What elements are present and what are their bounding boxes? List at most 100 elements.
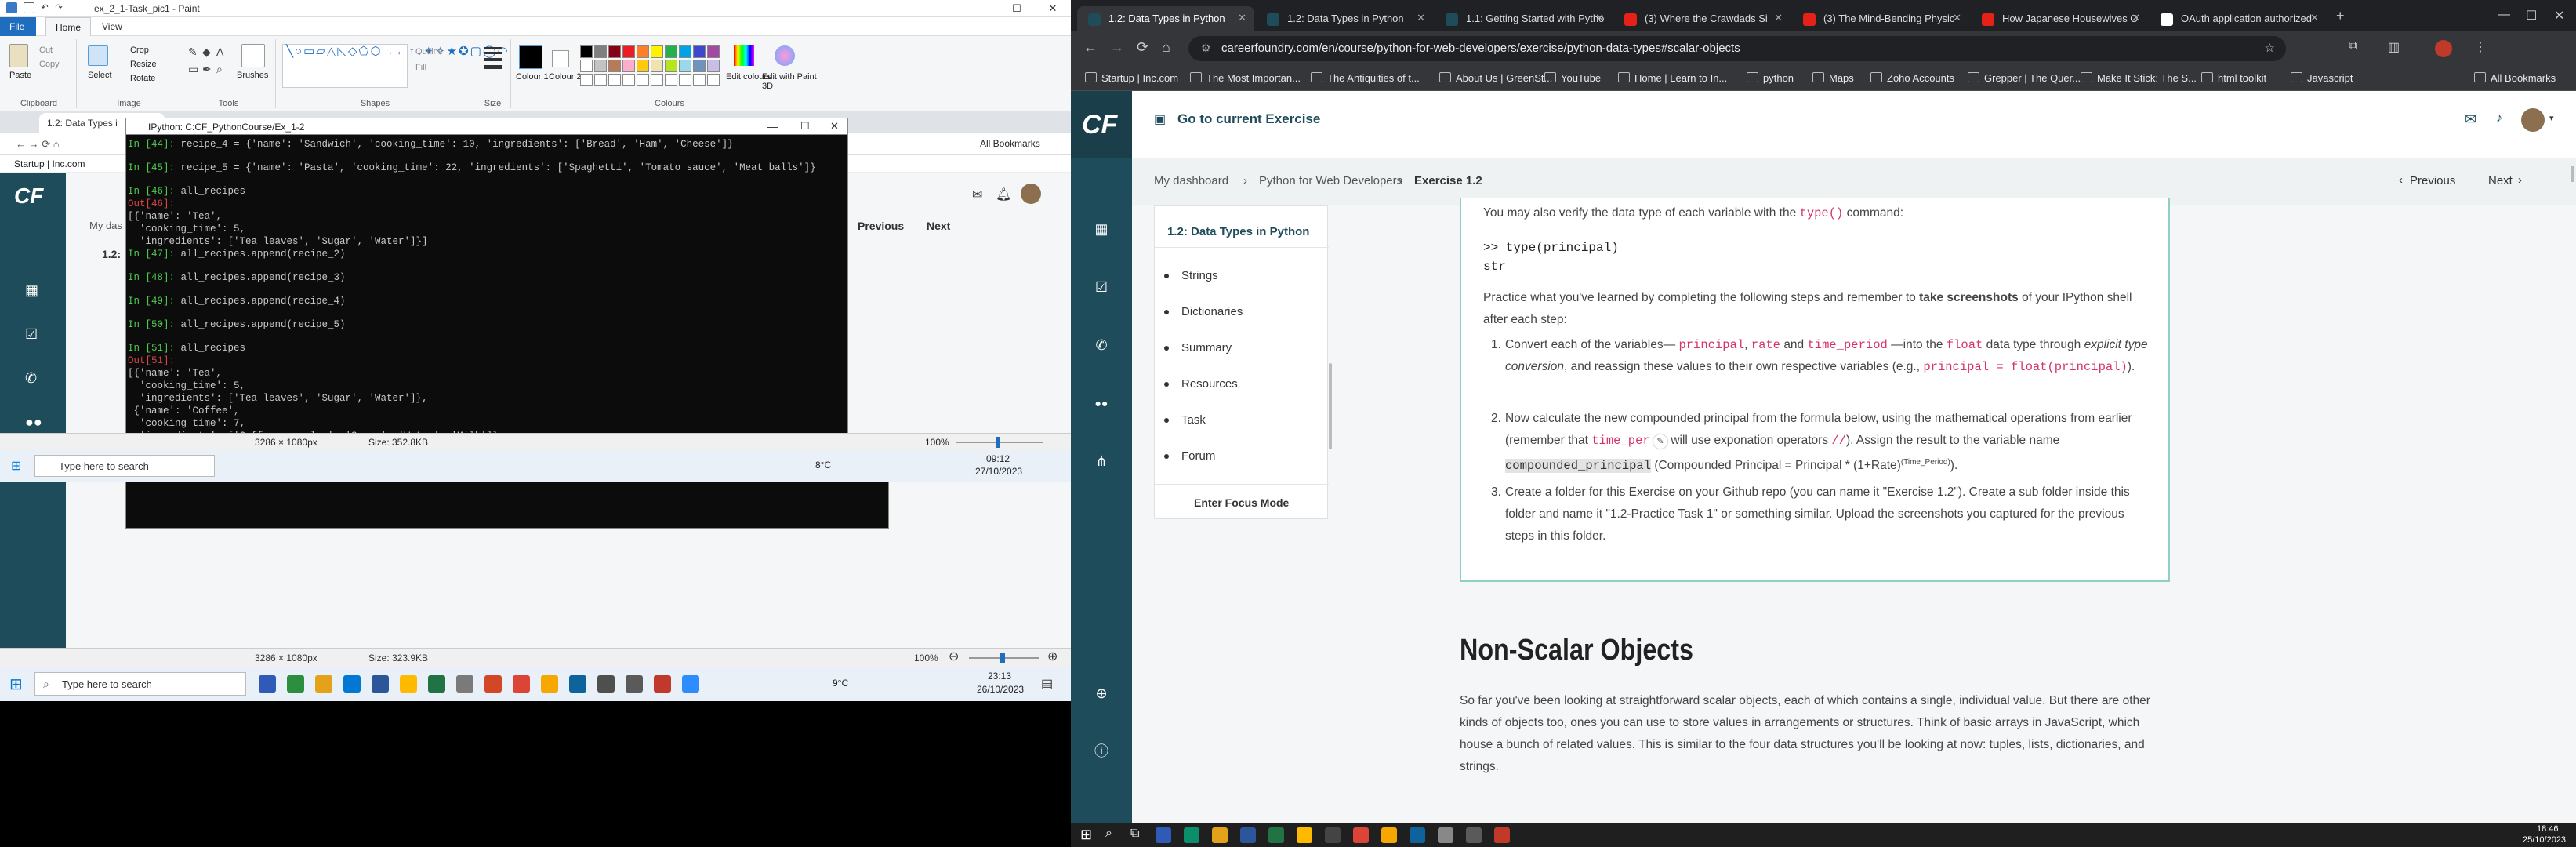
- colour-swatch-empty[interactable]: [622, 74, 635, 86]
- bookmark-item[interactable]: Make It Stick: The S...: [2081, 72, 2197, 84]
- search-box[interactable]: ⌕ Type here to search: [34, 672, 246, 696]
- mail-icon[interactable]: ✉: [2465, 111, 2476, 128]
- text-icon[interactable]: A: [216, 45, 223, 58]
- tasks-icon[interactable]: ☑: [1094, 279, 1109, 295]
- colour-swatch[interactable]: [594, 60, 607, 72]
- picker-icon[interactable]: ✒: [202, 63, 212, 76]
- brushes-icon[interactable]: [241, 44, 265, 67]
- menu-view[interactable]: View: [93, 17, 132, 36]
- browser-tab[interactable]: (3) The Mind-Bending Physic ✕: [1792, 6, 1969, 31]
- redo-icon[interactable]: ↷: [53, 2, 64, 13]
- browser-tab[interactable]: 1.1: Getting Started with Pytho ✕: [1435, 6, 1612, 31]
- colour-swatch-empty[interactable]: [665, 74, 677, 86]
- zoom-out-icon[interactable]: ⊖: [949, 649, 959, 664]
- bell-icon[interactable]: ♪: [2496, 111, 2502, 125]
- save-icon[interactable]: [24, 2, 34, 13]
- colour-swatch[interactable]: [608, 60, 621, 72]
- notification-icon[interactable]: ▤: [1041, 676, 1053, 692]
- select-label[interactable]: Select: [88, 71, 112, 80]
- tab-close-icon[interactable]: ✕: [1595, 12, 1604, 24]
- undo-icon[interactable]: ↶: [39, 2, 50, 13]
- go-to-current-link[interactable]: Go to current Exercise: [1177, 111, 1320, 127]
- magnifier-icon[interactable]: ⌕: [216, 63, 223, 76]
- colour-swatch-empty[interactable]: [594, 74, 607, 86]
- fill-label[interactable]: Fill: [415, 63, 426, 72]
- colour-swatch[interactable]: [679, 45, 691, 58]
- bookmark-item[interactable]: Zoho Accounts: [1870, 72, 1954, 84]
- avatar-chevron-icon[interactable]: ▾: [2549, 113, 2554, 123]
- taskview-icon[interactable]: ⧉: [1130, 827, 1139, 841]
- menu-item-strings[interactable]: Strings: [1164, 269, 1218, 282]
- resize-label[interactable]: Resize: [130, 60, 157, 69]
- right-start-icon[interactable]: ⊞: [1080, 827, 1092, 843]
- cut-label[interactable]: Cut: [39, 45, 53, 55]
- eraser-icon[interactable]: ▭: [188, 63, 198, 76]
- browser-tab[interactable]: 1.2: Data Types in Python ✕: [1256, 6, 1433, 31]
- start-icon[interactable]: ⊞: [9, 674, 23, 694]
- taskbar-app-icon[interactable]: [259, 675, 276, 693]
- right-taskbar-app-icon[interactable]: [1240, 827, 1256, 843]
- colour-swatch[interactable]: [594, 45, 607, 58]
- colour-swatch[interactable]: [707, 60, 720, 72]
- info-icon[interactable]: ⓘ: [1094, 743, 1109, 759]
- menu-item-forum[interactable]: Forum: [1163, 449, 1215, 463]
- right-taskbar-app-icon[interactable]: [1184, 827, 1199, 843]
- taskbar-app-icon[interactable]: [315, 675, 332, 693]
- close-button[interactable]: ✕: [1035, 0, 1071, 17]
- minimize-button[interactable]: —: [963, 0, 999, 17]
- breadcrumb-dashboard[interactable]: My dashboard: [1154, 174, 1228, 187]
- colour-swatch-empty[interactable]: [637, 74, 649, 86]
- colour-swatch-empty[interactable]: [707, 74, 720, 86]
- menu-item-summary[interactable]: Summary: [1163, 341, 1232, 354]
- bookmark-item[interactable]: Grepper | The Quer...: [1968, 72, 2081, 84]
- site-info-icon[interactable]: ⚙: [1201, 42, 1211, 55]
- menu-item-task[interactable]: Task: [1164, 413, 1206, 427]
- taskbar-app-icon[interactable]: [597, 675, 615, 693]
- zoom-slider[interactable]: [1000, 653, 1005, 663]
- crop-label[interactable]: Crop: [130, 45, 149, 55]
- tab-maximize-icon[interactable]: ☐: [2526, 8, 2537, 24]
- shapes-gallery[interactable]: ╲○▭▱△◺◇⬠⬡→←↑↓✦✧★✪▢◯◠: [282, 44, 508, 88]
- zoom-in-icon[interactable]: ⊕: [1047, 649, 1058, 664]
- tab-close-icon[interactable]: ✕: [1774, 12, 1783, 24]
- bookmark-item[interactable]: Javascript: [2291, 72, 2353, 84]
- taskbar-app-icon[interactable]: [513, 675, 530, 693]
- colour-swatch[interactable]: [679, 60, 691, 72]
- colour-swatch[interactable]: [693, 60, 706, 72]
- colour-swatch[interactable]: [693, 45, 706, 58]
- back-icon[interactable]: ←: [1083, 39, 1098, 56]
- focus-mode-button[interactable]: Enter Focus Mode: [1194, 496, 1289, 509]
- taskbar-app-icon[interactable]: [456, 675, 473, 693]
- colour2-swatch[interactable]: [552, 50, 569, 67]
- colour-swatch[interactable]: [637, 45, 649, 58]
- support-icon[interactable]: ⊕: [1094, 685, 1109, 701]
- edit-colours-icon[interactable]: [734, 45, 754, 66]
- menu-item-resources[interactable]: Resources: [1164, 377, 1238, 391]
- right-taskbar-app-icon[interactable]: [1297, 827, 1312, 843]
- colour-swatch[interactable]: [651, 45, 663, 58]
- colour-swatch[interactable]: [608, 45, 621, 58]
- colour-swatch[interactable]: [622, 45, 635, 58]
- bookmark-item[interactable]: Home | Learn to In...: [1618, 72, 1727, 84]
- menu-item-dictionaries[interactable]: Dictionaries: [1163, 305, 1243, 318]
- menu-file[interactable]: File: [0, 17, 36, 36]
- sidepanel-icon[interactable]: ▥: [2388, 39, 2400, 55]
- right-taskbar-app-icon[interactable]: [1268, 827, 1284, 843]
- network-icon[interactable]: ⋔: [1094, 453, 1109, 469]
- extensions-icon[interactable]: ⧉: [2349, 39, 2357, 53]
- taskbar-app-icon[interactable]: [682, 675, 699, 693]
- colour-swatch[interactable]: [651, 60, 663, 72]
- colour-swatch[interactable]: [580, 45, 593, 58]
- colour-swatch-empty[interactable]: [679, 74, 691, 86]
- bookmark-item[interactable]: python: [1747, 72, 1794, 84]
- forward-icon[interactable]: →: [1110, 39, 1124, 56]
- colour-swatch[interactable]: [665, 45, 677, 58]
- tab-close-icon[interactable]: ✕: [1417, 12, 1425, 24]
- url-input[interactable]: ⚙ careerfoundry.com/en/course/python-for…: [1188, 36, 2286, 61]
- brushes-label[interactable]: Brushes: [237, 71, 268, 80]
- taskbar-app-icon[interactable]: [400, 675, 417, 693]
- taskbar-app-icon[interactable]: [541, 675, 558, 693]
- colour1-swatch[interactable]: [519, 45, 542, 69]
- outline-label[interactable]: Outline: [415, 47, 443, 56]
- browser-tab[interactable]: OAuth application authorized ✕: [2150, 6, 2327, 31]
